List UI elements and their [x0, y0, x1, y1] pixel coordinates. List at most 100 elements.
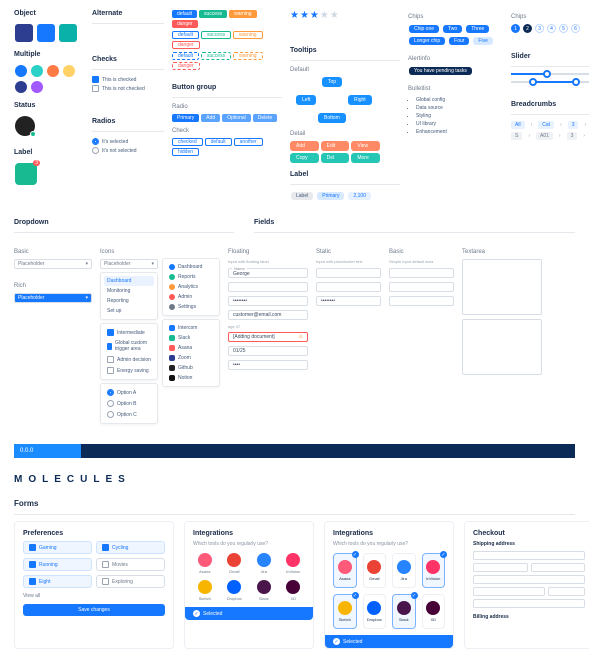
- input[interactable]: [389, 296, 454, 306]
- save-button[interactable]: Save changes: [23, 604, 165, 616]
- integration-box[interactable]: ✓InVision: [422, 553, 446, 588]
- avatar[interactable]: [59, 24, 77, 42]
- integration-item[interactable]: InVision: [282, 553, 306, 574]
- pref-option[interactable]: Exploring: [96, 575, 165, 588]
- integration-item[interactable]: Dropbox: [223, 580, 247, 601]
- menu-item[interactable]: Intercom: [166, 323, 216, 333]
- integration-item[interactable]: XD: [282, 580, 306, 601]
- pref-option[interactable]: Gaming: [23, 541, 92, 554]
- pref-option[interactable]: Cycling: [96, 541, 165, 554]
- crumb[interactable]: Cat: [538, 121, 554, 129]
- btn-dotted[interactable]: danger: [172, 62, 200, 70]
- input[interactable]: [473, 551, 585, 560]
- input[interactable]: [316, 282, 381, 292]
- menu-item[interactable]: Settings: [166, 302, 216, 312]
- radio-item[interactable]: It's not selected: [92, 147, 164, 154]
- crumb[interactable]: All: [511, 121, 525, 129]
- bg-item[interactable]: Primary: [172, 114, 199, 122]
- pref-option[interactable]: Movies: [96, 558, 165, 571]
- btn-ghost-default[interactable]: default: [172, 31, 199, 39]
- bg-item[interactable]: Delete: [253, 114, 277, 122]
- bg-item[interactable]: another: [234, 138, 263, 146]
- crumb[interactable]: A01: [536, 132, 553, 140]
- chip[interactable]: Two: [443, 25, 462, 33]
- avatar-sm[interactable]: [31, 81, 43, 93]
- chip[interactable]: Longer chip: [409, 37, 445, 45]
- menu-item[interactable]: Admin decision: [104, 354, 154, 365]
- menu-item[interactable]: Dashboard: [104, 276, 154, 286]
- integration-item[interactable]: Jira: [252, 553, 276, 574]
- integration-item[interactable]: Slack: [252, 580, 276, 601]
- btn-dotted[interactable]: default: [172, 52, 199, 60]
- menu-item[interactable]: Dashboard: [166, 262, 216, 272]
- menu-item[interactable]: Reporting: [104, 296, 154, 306]
- menu-item[interactable]: Reports: [166, 272, 216, 282]
- page-dot[interactable]: 5: [559, 24, 568, 33]
- menu-item[interactable]: Set up: [104, 306, 154, 316]
- page-dot[interactable]: 4: [547, 24, 556, 33]
- avatar-sm[interactable]: [15, 65, 27, 77]
- slider-handle-icon[interactable]: [543, 70, 551, 78]
- input[interactable]: ••••: [228, 360, 308, 370]
- avatar-sm[interactable]: [47, 65, 59, 77]
- avatar-status[interactable]: [15, 116, 35, 136]
- integration-box[interactable]: Jira: [392, 553, 416, 588]
- detail-item[interactable]: Add: [290, 141, 319, 151]
- menu-item[interactable]: Option B: [104, 398, 154, 409]
- menu-item[interactable]: Github: [166, 363, 216, 373]
- chip[interactable]: Three: [466, 25, 489, 33]
- menu-item[interactable]: Option C: [104, 409, 154, 420]
- pref-option[interactable]: Eight: [23, 575, 92, 588]
- btn-success[interactable]: success: [199, 10, 227, 18]
- input[interactable]: [531, 563, 586, 572]
- integration-box[interactable]: ✓Slack: [392, 594, 416, 629]
- btn-ghost-warning[interactable]: warning: [233, 31, 263, 39]
- input[interactable]: customer@email.com: [228, 310, 308, 320]
- menu-item[interactable]: Slack: [166, 333, 216, 343]
- input[interactable]: [473, 575, 585, 584]
- detail-item[interactable]: More: [351, 153, 380, 163]
- select-basic[interactable]: Placeholder▾: [14, 259, 92, 269]
- input[interactable]: 01/25: [228, 346, 308, 356]
- alert-chip[interactable]: You have pending tasks: [409, 67, 472, 75]
- checkbox-item[interactable]: This is not checked: [92, 85, 164, 92]
- slider-range[interactable]: [511, 81, 589, 83]
- chip[interactable]: Four: [449, 37, 469, 45]
- integration-item[interactable]: Sketch: [193, 580, 217, 601]
- bg-item[interactable]: hidden: [172, 148, 199, 156]
- input[interactable]: ••••••••: [228, 296, 308, 306]
- crumb[interactable]: 3: [568, 121, 579, 129]
- integration-item[interactable]: Gmail: [223, 553, 247, 574]
- chip[interactable]: Chip one: [409, 25, 439, 33]
- textarea[interactable]: [462, 259, 542, 315]
- btn-ghost-danger[interactable]: danger: [172, 41, 200, 49]
- menu-item[interactable]: Analytics: [166, 282, 216, 292]
- menu-item[interactable]: Intermediate: [104, 327, 154, 338]
- integration-box[interactable]: Gmail: [363, 553, 387, 588]
- avatar[interactable]: [15, 24, 33, 42]
- btn-default[interactable]: default: [172, 10, 197, 18]
- page-dot[interactable]: 2: [523, 24, 532, 33]
- input[interactable]: [473, 563, 528, 572]
- menu-item[interactable]: Zoom: [166, 353, 216, 363]
- bg-item[interactable]: checked: [172, 138, 203, 146]
- integration-box[interactable]: XD: [422, 594, 446, 629]
- input[interactable]: [316, 268, 381, 278]
- radio-item[interactable]: It's selected: [92, 138, 164, 145]
- menu-item[interactable]: Monitoring: [104, 286, 154, 296]
- detail-item[interactable]: Copy: [290, 153, 319, 163]
- checkbox-item[interactable]: This is checked: [92, 76, 164, 83]
- slider-single[interactable]: [511, 73, 589, 75]
- page-dot[interactable]: 3: [535, 24, 544, 33]
- menu-item[interactable]: Asana: [166, 343, 216, 353]
- page-dot[interactable]: 1: [511, 24, 520, 33]
- menu-item[interactable]: Global custom trigger area: [104, 338, 154, 354]
- input[interactable]: ••••••••: [316, 296, 381, 306]
- crumb[interactable]: 3: [567, 132, 578, 140]
- input[interactable]: [389, 268, 454, 278]
- input[interactable]: [473, 587, 545, 596]
- integration-box[interactable]: ✓Asana: [333, 553, 357, 588]
- menu-item[interactable]: Admin: [166, 292, 216, 302]
- integration-box[interactable]: ✓Sketch: [333, 594, 357, 629]
- avatar-sm[interactable]: [31, 65, 43, 77]
